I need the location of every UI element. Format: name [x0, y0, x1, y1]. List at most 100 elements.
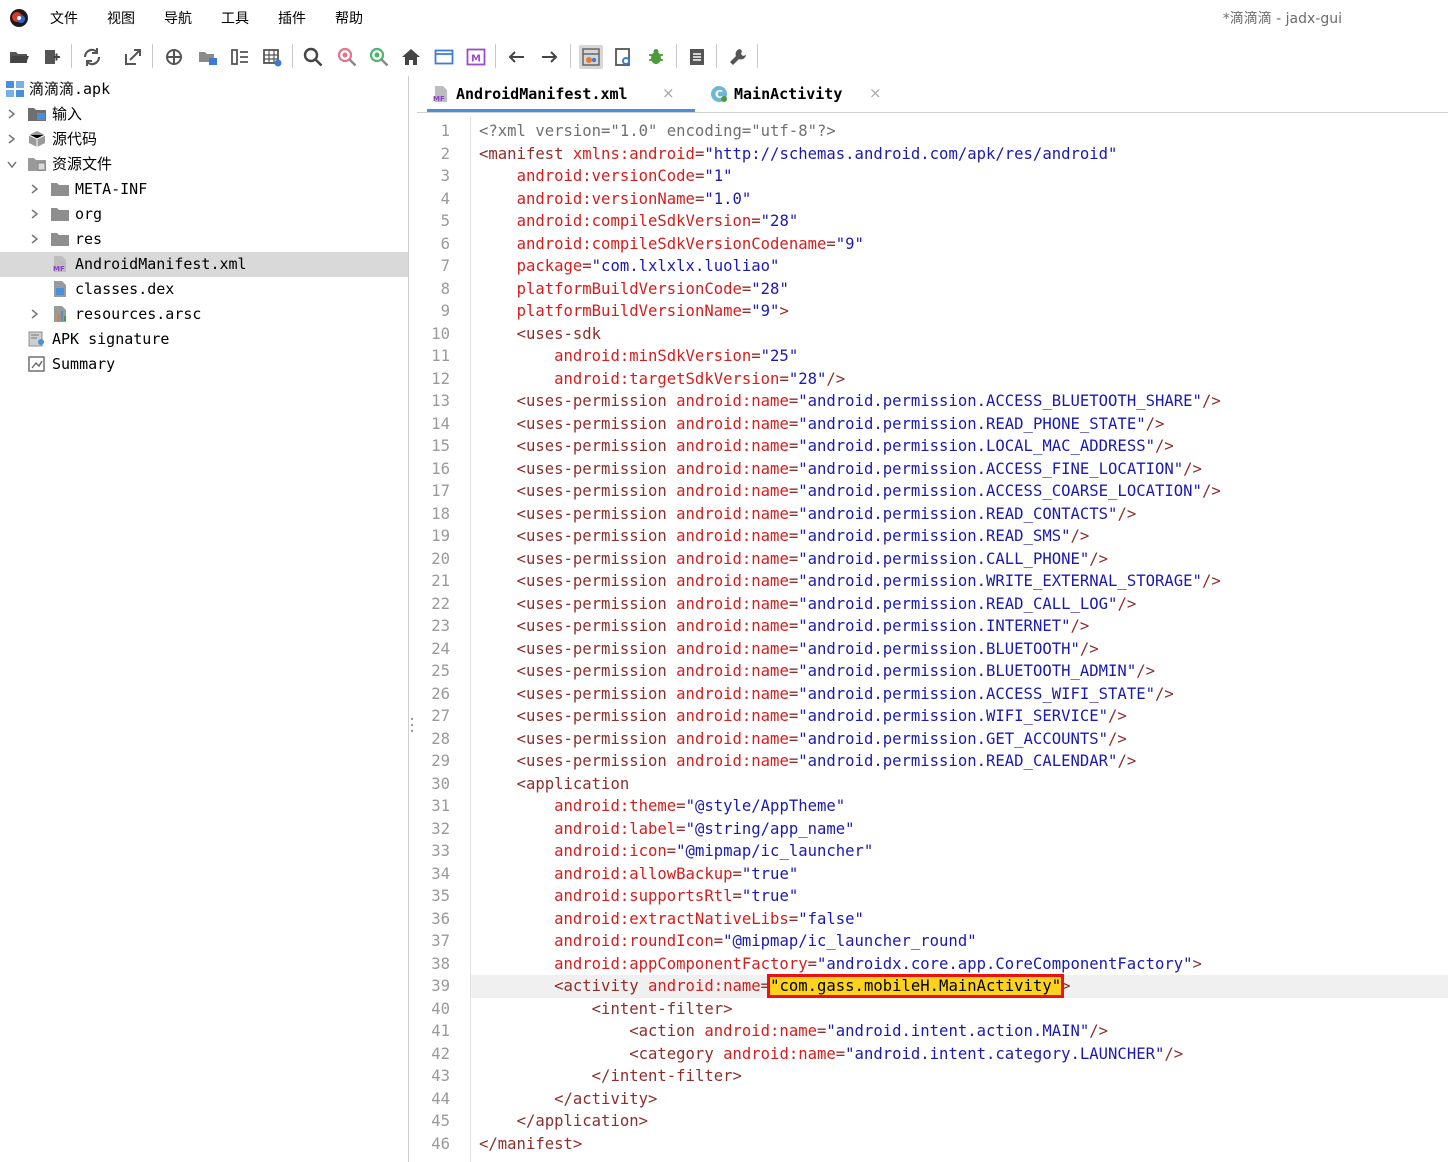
code-line[interactable]: android:compileSdkVersionCodename="9"	[479, 233, 864, 256]
code-line[interactable]: <uses-permission android:name="android.p…	[479, 413, 1165, 436]
debug-bug-icon[interactable]	[644, 45, 668, 69]
tree-item-android-manifest[interactable]: MF AndroidManifest.xml	[0, 252, 408, 277]
code-line[interactable]: android:supportsRtl="true"	[479, 885, 798, 908]
code-line[interactable]: <intent-filter>	[479, 998, 733, 1021]
code-token: package	[516, 257, 583, 275]
search-code-icon[interactable]	[367, 45, 391, 69]
chevron-right-icon[interactable]	[6, 130, 18, 148]
code-line[interactable]: <uses-permission android:name="android.p…	[479, 705, 1127, 728]
code-line[interactable]: <uses-permission android:name="android.p…	[479, 503, 1137, 526]
code-line[interactable]: <uses-permission android:name="android.p…	[479, 660, 1155, 683]
chevron-right-icon[interactable]	[29, 205, 41, 223]
code-line[interactable]: <uses-permission android:name="android.p…	[479, 570, 1221, 593]
chevron-right-icon[interactable]	[29, 230, 41, 248]
folder-icon	[51, 233, 69, 246]
home-icon[interactable]	[399, 45, 423, 69]
menu-plugins[interactable]: 插件	[278, 0, 306, 38]
chevron-right-icon[interactable]	[29, 180, 41, 198]
code-line[interactable]: android:roundIcon="@mipmap/ic_launcher_r…	[479, 930, 976, 953]
tree-item-resources[interactable]: 资源文件	[0, 152, 408, 177]
code-line[interactable]: android:label="@string/app_name"	[479, 818, 854, 841]
export-icon[interactable]	[121, 45, 145, 69]
code-line[interactable]: android:minSdkVersion="25"	[479, 345, 798, 368]
code-editor[interactable]: 1 2 3 4 5 6 7 8 9 10 11 12 13 14 15 16 17 18 19 20 21 22 23 24 2…	[417, 116, 1448, 1162]
code-line[interactable]: android:icon="@mipmap/ic_launcher"	[479, 840, 873, 863]
tree-item-res[interactable]: res	[0, 227, 408, 252]
tree-item-classes-dex[interactable]: classes.dex	[0, 277, 408, 302]
add-files-icon[interactable]	[40, 45, 64, 69]
code-line[interactable]: platformBuildVersionCode="28"	[479, 278, 789, 301]
code-line[interactable]: <?xml version="1.0" encoding="utf-8"?>	[479, 120, 836, 143]
chevron-right-icon[interactable]	[6, 105, 18, 123]
code-line[interactable]: platformBuildVersionName="9">	[479, 300, 789, 323]
code-line[interactable]: <uses-permission android:name="android.p…	[479, 548, 1109, 571]
code-line[interactable]: </activity>	[479, 1088, 657, 1111]
chevron-right-icon[interactable]	[29, 305, 41, 323]
tab-android-manifest[interactable]: MF AndroidManifest.xml ×	[427, 76, 695, 112]
code-line[interactable]: <uses-permission android:name="android.p…	[479, 525, 1090, 548]
tree-item-input[interactable]: 输入	[0, 102, 408, 127]
tree-item-apk[interactable]: 滴滴滴.apk	[0, 77, 408, 102]
window-icon[interactable]	[432, 45, 456, 69]
tree-item-summary[interactable]: Summary	[0, 352, 408, 377]
quark-icon[interactable]	[611, 45, 635, 69]
tree-item-meta-inf[interactable]: META-INF	[0, 177, 408, 202]
code-line[interactable]: android:versionCode="1"	[479, 165, 733, 188]
tree-item-resources-arsc[interactable]: resources.arsc	[0, 302, 408, 327]
menu-file[interactable]: 文件	[50, 0, 78, 38]
code-line[interactable]: <uses-permission android:name="android.p…	[479, 728, 1127, 751]
close-icon[interactable]: ×	[869, 76, 882, 110]
menu-tools[interactable]: 工具	[221, 0, 249, 38]
code-line[interactable]: android:extractNativeLibs="false"	[479, 908, 864, 931]
code-line[interactable]: <uses-permission android:name="android.p…	[479, 480, 1221, 503]
crosshair-icon[interactable]	[162, 45, 186, 69]
code-line[interactable]: <uses-permission android:name="android.p…	[479, 390, 1221, 413]
forward-arrow-icon[interactable]	[537, 45, 561, 69]
tree-flatten-icon[interactable]	[196, 45, 220, 69]
code-line[interactable]: <category android:name="android.intent.c…	[479, 1043, 1183, 1066]
code-line[interactable]: <application	[479, 773, 630, 796]
code-line[interactable]: android:allowBackup="true"	[479, 863, 798, 886]
search-icon[interactable]	[301, 45, 325, 69]
code-line[interactable]: package="com.lxlxlx.luoliao"	[479, 255, 780, 278]
decompile-all-icon[interactable]	[579, 45, 603, 69]
code-line[interactable]: </application>	[479, 1110, 648, 1133]
menu-view[interactable]: 视图	[107, 0, 135, 38]
code-line[interactable]: <uses-sdk	[479, 323, 602, 346]
close-icon[interactable]: ×	[662, 76, 675, 110]
code-line[interactable]: <uses-permission android:name="android.p…	[479, 435, 1174, 458]
open-file-icon[interactable]	[7, 45, 31, 69]
metadata-icon[interactable]: M	[464, 45, 488, 69]
table-grid-icon[interactable]	[260, 45, 284, 69]
tree-item-org[interactable]: org	[0, 202, 408, 227]
code-line[interactable]: android:compileSdkVersion="28"	[479, 210, 799, 233]
code-line[interactable]: android:theme="@style/AppTheme"	[479, 795, 845, 818]
code-line[interactable]: <uses-permission android:name="android.p…	[479, 638, 1099, 661]
code-line[interactable]: <action android:name="android.intent.act…	[479, 1020, 1108, 1043]
tree-item-apk-signature[interactable]: APK signature	[0, 327, 408, 352]
code-line[interactable]: <manifest xmlns:android="http://schemas.…	[479, 143, 1117, 166]
code-token: />	[1155, 684, 1174, 703]
sync-icon[interactable]	[80, 45, 104, 69]
find-usage-icon[interactable]	[335, 45, 359, 69]
code-line[interactable]: <uses-permission android:name="android.p…	[479, 683, 1174, 706]
code-line[interactable]: android:appComponentFactory="androidx.co…	[479, 953, 1202, 976]
deobf-list-icon[interactable]	[228, 45, 252, 69]
menu-help[interactable]: 帮助	[335, 0, 363, 38]
chevron-down-icon[interactable]	[6, 155, 18, 173]
wrench-icon[interactable]	[726, 45, 750, 69]
tree-item-source-code[interactable]: 源代码	[0, 127, 408, 152]
log-icon[interactable]	[685, 45, 709, 69]
code-line[interactable]: android:versionName="1.0"	[479, 188, 752, 211]
code-line[interactable]: <uses-permission android:name="android.p…	[479, 458, 1202, 481]
code-line[interactable]: android:targetSdkVersion="28"/>	[479, 368, 845, 391]
menu-navigate[interactable]: 导航	[164, 0, 192, 38]
tab-main-activity[interactable]: C MainActivity ×	[707, 76, 897, 112]
code-line[interactable]: <uses-permission android:name="android.p…	[479, 750, 1137, 773]
code-line-current[interactable]: <activity android:name="com.gass.mobileH…	[471, 974, 1448, 998]
back-arrow-icon[interactable]	[505, 45, 529, 69]
code-line[interactable]: </intent-filter>	[479, 1065, 742, 1088]
code-line[interactable]: </manifest>	[479, 1133, 582, 1156]
code-line[interactable]: <uses-permission android:name="android.p…	[479, 593, 1137, 616]
code-line[interactable]: <uses-permission android:name="android.p…	[479, 615, 1090, 638]
